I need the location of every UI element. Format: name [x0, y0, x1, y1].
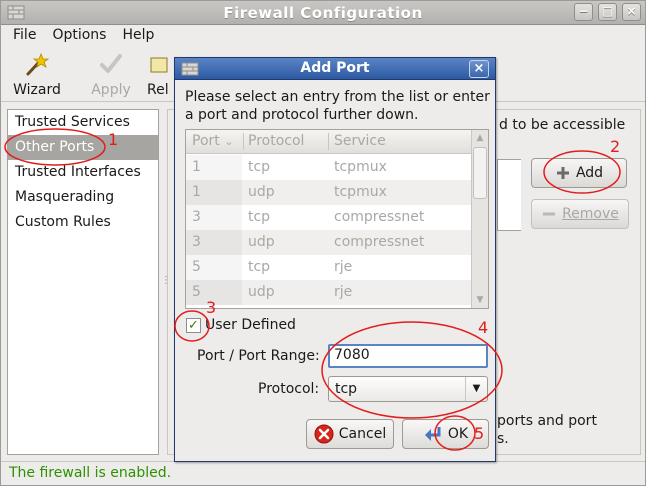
table-row[interactable]: 5 tcp rje — [186, 255, 472, 280]
table-row[interactable]: 1 udp tcpmux — [186, 180, 472, 205]
table-row[interactable]: 1 tcp tcpmux — [186, 155, 472, 180]
ok-arrow-icon — [424, 427, 441, 441]
menu-help[interactable]: Help — [116, 25, 160, 47]
apply-label: Apply — [91, 82, 131, 98]
port-service-table[interactable]: Port ⌄ Protocol Service 1 tcp tcpmux 1 u… — [185, 129, 489, 309]
panel-description: d to be accessible — [499, 117, 626, 133]
table-row[interactable]: 3 udp compressnet — [186, 230, 472, 255]
panel-footer-line2: s. — [497, 431, 509, 447]
dialog-title: Add Port — [300, 60, 370, 76]
remove-button[interactable]: Remove — [531, 199, 629, 229]
scroll-down-arrow-icon[interactable]: ▼ — [473, 293, 487, 307]
add-button[interactable]: Add — [531, 158, 627, 188]
cancel-button[interactable]: Cancel — [306, 419, 394, 449]
column-service[interactable]: Service — [334, 133, 386, 149]
menu-options[interactable]: Options — [46, 25, 112, 47]
ok-label: OK — [447, 426, 469, 442]
status-bar: The firewall is enabled. — [1, 461, 645, 485]
wizard-label: Wizard — [13, 82, 61, 98]
port-range-label: Port / Port Range: — [197, 348, 320, 364]
add-label: Add — [575, 165, 604, 181]
dialog-titlebar[interactable]: Add Port × — [175, 58, 495, 80]
menu-file[interactable]: File — [7, 25, 42, 47]
sidebar-item-custom-rules[interactable]: Custom Rules — [8, 210, 158, 235]
wand-icon — [26, 52, 50, 76]
sort-arrow-icon: ⌄ — [224, 135, 234, 148]
reload-icon — [150, 57, 168, 73]
ok-button[interactable]: OK — [402, 419, 489, 449]
scrollbar-thumb[interactable] — [473, 147, 487, 199]
table-row[interactable]: 5 udp rje — [186, 280, 472, 305]
dialog-close-button[interactable]: × — [469, 60, 489, 78]
sidebar-item-other-ports[interactable]: Other Ports — [8, 135, 158, 160]
chevron-down-icon: ▼ — [465, 377, 487, 401]
category-list: Trusted Services Other Ports Trusted Int… — [7, 109, 159, 455]
checkmark-icon — [100, 54, 122, 73]
protocol-select[interactable]: tcp ▼ — [328, 376, 488, 402]
remove-label: Remove — [562, 206, 619, 222]
port-range-input[interactable]: 7080 — [328, 344, 488, 368]
wizard-button[interactable]: Wizard — [9, 52, 65, 98]
ports-list[interactable] — [497, 159, 521, 231]
table-row[interactable]: 3 tcp compressnet — [186, 205, 472, 230]
cancel-icon — [314, 424, 334, 444]
column-protocol[interactable]: Protocol — [248, 133, 304, 149]
minus-icon — [543, 212, 556, 216]
apply-button[interactable]: Apply — [85, 52, 137, 98]
table-header: Port ⌄ Protocol Service — [186, 130, 472, 154]
plus-icon — [556, 167, 569, 179]
menubar: File Options Help — [1, 25, 645, 47]
maximize-button[interactable]: □ — [598, 3, 617, 21]
protocol-label: Protocol: — [258, 381, 320, 397]
window-title: Firewall Configuration — [223, 4, 423, 22]
sidebar-item-masquerading[interactable]: Masquerading — [8, 185, 158, 210]
column-port[interactable]: Port ⌄ — [192, 133, 233, 149]
minimize-button[interactable]: − — [574, 3, 593, 21]
user-defined-label[interactable]: User Defined — [205, 317, 296, 333]
sidebar-item-trusted-services[interactable]: Trusted Services — [8, 110, 158, 135]
add-port-dialog: Add Port × Please select an entry from t… — [174, 57, 496, 462]
user-defined-checkbox[interactable]: ✓ — [186, 318, 201, 333]
protocol-value: tcp — [335, 381, 358, 397]
dialog-instructions: Please select an entry from the list or … — [185, 89, 490, 123]
pane-splitter[interactable]: ⋮ — [161, 276, 171, 291]
table-scrollbar[interactable]: ▲ ▼ — [471, 130, 488, 308]
panel-footer-line1: ports and port — [497, 413, 597, 429]
sidebar-item-trusted-interfaces[interactable]: Trusted Interfaces — [8, 160, 158, 185]
window-titlebar[interactable]: Firewall Configuration − □ × — [1, 1, 645, 25]
scroll-up-arrow-icon[interactable]: ▲ — [473, 131, 487, 145]
close-button[interactable]: × — [622, 3, 641, 21]
cancel-label: Cancel — [338, 426, 387, 442]
